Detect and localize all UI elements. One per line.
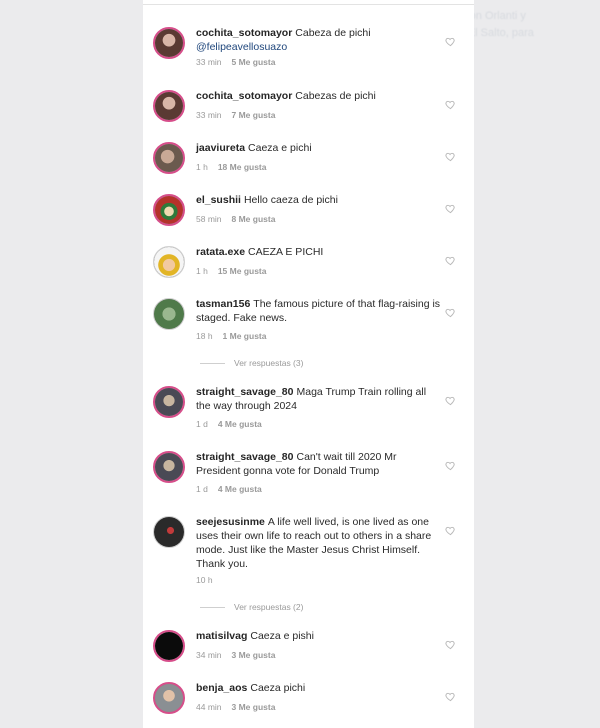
avatar[interactable] (153, 682, 185, 714)
username-link[interactable]: matisilvag (196, 630, 247, 642)
comment-text: seejesusinme A life well lived, is one li… (196, 515, 441, 571)
heart-icon[interactable] (445, 639, 456, 650)
username-link[interactable]: seejesusinme (196, 516, 265, 528)
comment-body: Caeza e pichi (248, 142, 312, 154)
background-line: or El Salto, para (455, 27, 534, 39)
comment-time: 34 min (196, 650, 222, 660)
comment-text: cochita_sotomayor Cabeza de pichi @felipe… (196, 26, 441, 54)
replies-divider (200, 606, 225, 608)
avatar[interactable] (153, 386, 185, 418)
username-link[interactable]: cochita_sotomayor (196, 27, 292, 39)
view-replies-button[interactable]: Ver respuestas (2) (200, 602, 303, 612)
comment-body: Cabeza de pichi (295, 27, 371, 39)
likes-count[interactable]: 3 Me gusta (232, 702, 276, 712)
heart-icon[interactable] (445, 525, 456, 536)
comment-time: 1 d (196, 419, 208, 429)
comment-meta: 58 min 8 Me gusta (196, 214, 275, 224)
comment-body: Hello caeza de pichi (243, 194, 338, 206)
replies-divider (200, 362, 225, 364)
comment-time: 33 min (196, 57, 222, 67)
likes-count[interactable]: 18 Me gusta (218, 162, 267, 172)
comments-panel: cochita_sotomayor Cabeza de pichi @felipe… (143, 0, 474, 728)
divider (143, 4, 474, 5)
comment-text: jaaviureta Caeza e pichi (196, 141, 441, 155)
heart-icon[interactable] (445, 151, 456, 162)
comment-time: 1 h (196, 162, 208, 172)
username-link[interactable]: straight_savage_80 (196, 386, 293, 398)
view-replies-button[interactable]: Ver respuestas (3) (200, 358, 303, 368)
comment-text: straight_savage_80 Maga Trump Train rolli… (196, 385, 441, 413)
comment-meta: 34 min 3 Me gusta (196, 650, 275, 660)
avatar[interactable] (153, 194, 185, 226)
heart-icon[interactable] (445, 460, 456, 471)
likes-count[interactable]: 4 Me gusta (218, 484, 262, 494)
mention-link[interactable]: @felipeavellosuazo (196, 40, 441, 54)
username-link[interactable]: tasman156 (196, 298, 250, 310)
comment-text: el_sushii Hello caeza de pichi (196, 193, 441, 207)
comment-time: 18 h (196, 331, 213, 341)
comment-time: 33 min (196, 110, 222, 120)
comment-text: matisilvag Caeza e pishi (196, 629, 441, 643)
comment-meta: 1 d 4 Me gusta (196, 484, 262, 494)
comment-meta: 1 d 4 Me gusta (196, 419, 262, 429)
comment-meta: 10 h (196, 575, 213, 585)
background-article-text: o con Orlanti y or El Salto, para (455, 8, 595, 58)
comment-meta: 18 h 1 Me gusta (196, 331, 266, 341)
comment-meta: 1 h 15 Me gusta (196, 266, 266, 276)
background-line: o con Orlanti y (455, 10, 526, 22)
comment-time: 58 min (196, 214, 222, 224)
avatar[interactable] (153, 298, 185, 330)
likes-count[interactable]: 3 Me gusta (232, 650, 276, 660)
comment-text: tasman156 The famous picture of that flag… (196, 297, 441, 325)
heart-icon[interactable] (445, 307, 456, 318)
heart-icon[interactable] (445, 691, 456, 702)
comment-body: Caeza e pishi (250, 630, 314, 642)
username-link[interactable]: benja_aos (196, 682, 247, 694)
heart-icon[interactable] (445, 203, 456, 214)
comment-meta: 1 h 18 Me gusta (196, 162, 266, 172)
likes-count[interactable]: 1 Me gusta (223, 331, 267, 341)
username-link[interactable]: cochita_sotomayor (196, 90, 292, 102)
comment-time: 1 d (196, 484, 208, 494)
comment-text: benja_aos Caeza pichi (196, 681, 441, 695)
heart-icon[interactable] (445, 36, 456, 47)
username-link[interactable]: ratata.exe (196, 246, 245, 258)
username-link[interactable]: el_sushii (196, 194, 241, 206)
comment-text: straight_savage_80 Can't wait till 2020 M… (196, 450, 441, 478)
comment-time: 44 min (196, 702, 222, 712)
view-replies-label[interactable]: Ver respuestas (3) (234, 358, 303, 368)
comment-meta: 33 min 5 Me gusta (196, 57, 275, 67)
heart-icon[interactable] (445, 255, 456, 266)
heart-icon[interactable] (445, 99, 456, 110)
avatar[interactable] (153, 246, 185, 278)
view-replies-label[interactable]: Ver respuestas (2) (234, 602, 303, 612)
avatar[interactable] (153, 90, 185, 122)
avatar[interactable] (153, 516, 185, 548)
username-link[interactable]: straight_savage_80 (196, 451, 293, 463)
avatar[interactable] (153, 630, 185, 662)
avatar[interactable] (153, 142, 185, 174)
username-link[interactable]: jaaviureta (196, 142, 245, 154)
comment-text: ratata.exe CAEZA E PICHI (196, 245, 441, 259)
comment-text: cochita_sotomayor Cabezas de pichi (196, 89, 441, 103)
comment-meta: 33 min 7 Me gusta (196, 110, 275, 120)
likes-count[interactable]: 8 Me gusta (232, 214, 276, 224)
likes-count[interactable]: 15 Me gusta (218, 266, 267, 276)
comment-body: CAEZA E PICHI (248, 246, 324, 258)
avatar[interactable] (153, 451, 185, 483)
comment-body: Caeza pichi (250, 682, 306, 694)
likes-count[interactable]: 4 Me gusta (218, 419, 262, 429)
likes-count[interactable]: 7 Me gusta (232, 110, 276, 120)
comment-body: Cabezas de pichi (295, 90, 376, 102)
comment-time: 10 h (196, 575, 213, 585)
likes-count[interactable]: 5 Me gusta (232, 57, 276, 67)
comment-time: 1 h (196, 266, 208, 276)
avatar[interactable] (153, 27, 185, 59)
comment-meta: 44 min 3 Me gusta (196, 702, 275, 712)
heart-icon[interactable] (445, 395, 456, 406)
